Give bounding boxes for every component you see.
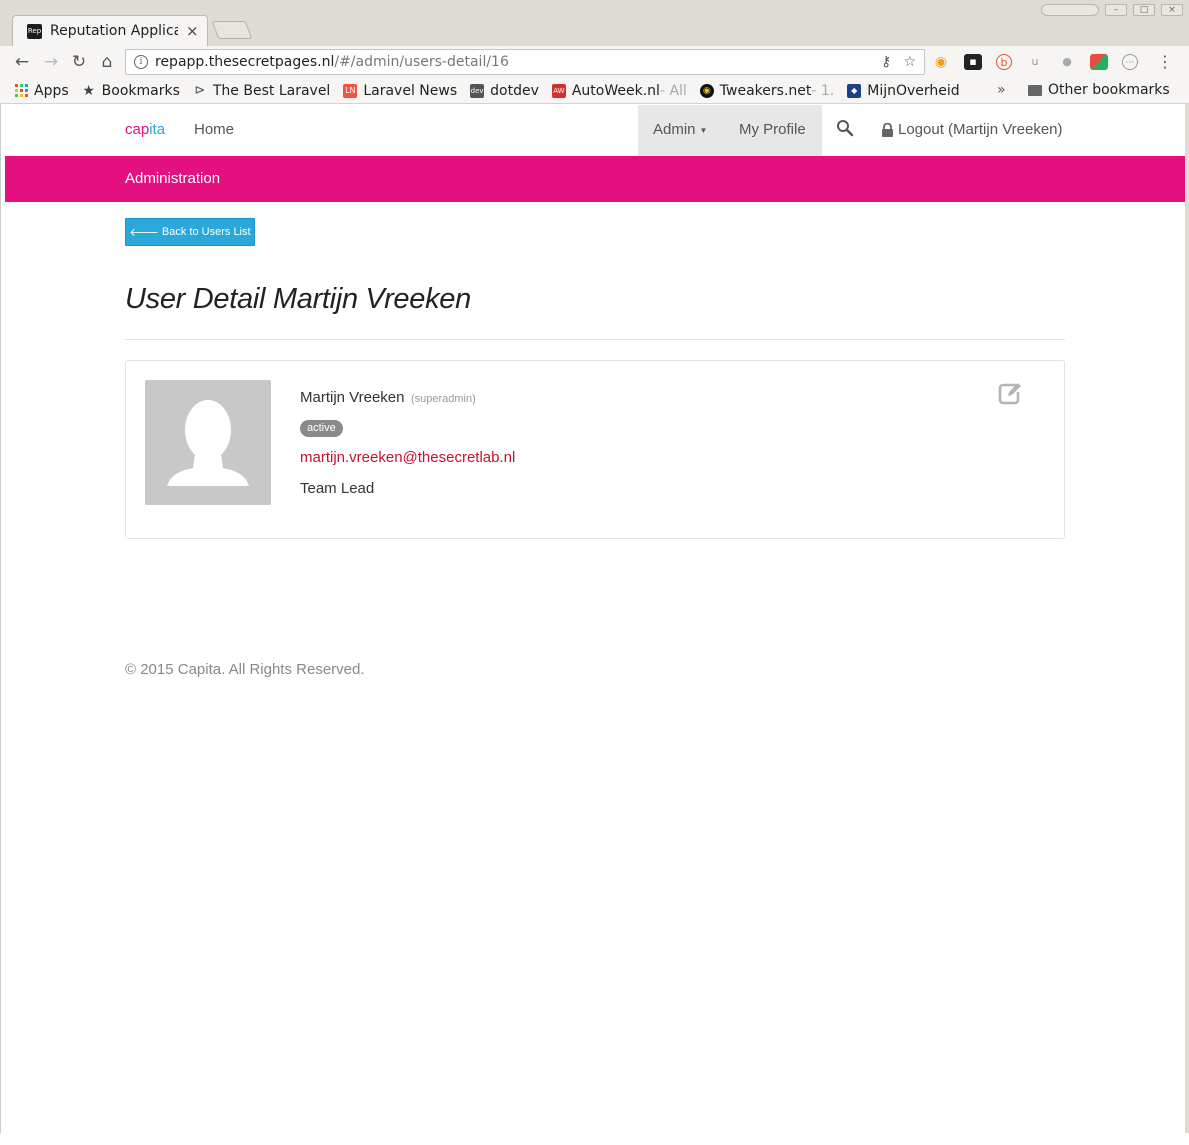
bookmark-mijnoverheid[interactable]: ◆ MijnOverheid <box>847 82 960 99</box>
bookmark-label: dotdev <box>490 82 539 99</box>
bookmark-bookmarks[interactable]: ★ Bookmarks <box>82 83 180 99</box>
logout-label: Logout (Martijn Vreeken) <box>898 121 1063 138</box>
window-right-edge <box>1185 104 1189 1145</box>
ln-icon: LN <box>343 83 358 98</box>
bookmarks-overflow-icon[interactable]: » <box>997 82 1006 98</box>
capita-logo[interactable]: capita <box>125 121 165 138</box>
nav-admin-label: Admin <box>653 121 696 138</box>
forward-arrow-icon[interactable]: → <box>40 52 62 72</box>
browser-tab-active[interactable]: Rep Reputation Application × <box>12 15 208 46</box>
caret-down-icon: ▼ <box>699 125 708 135</box>
user-detail-card: Martijn Vreeken (superadmin) active mart… <box>125 360 1065 539</box>
browser-tab-strip: – □ × Rep Reputation Application × <box>0 0 1189 46</box>
nav-admin-dropdown[interactable]: Admin ▼ <box>638 105 723 156</box>
bookmark-star-icon[interactable]: ☆ <box>903 54 916 70</box>
browser-menu-icon[interactable]: ⋮ <box>1157 52 1173 71</box>
footer-copyright: © 2015 Capita. All Rights Reserved. <box>125 661 365 678</box>
edit-icon[interactable] <box>996 379 1024 407</box>
bookmark-label: Tweakers.net <box>719 82 812 99</box>
other-bookmarks-label: Other bookmarks <box>1048 82 1170 98</box>
back-button-label: Back to Users List <box>161 226 251 238</box>
maximize-button[interactable]: □ <box>1133 4 1155 16</box>
tab-close-icon[interactable]: × <box>186 22 199 40</box>
code-extension-icon[interactable]: ⋯ <box>1122 54 1138 70</box>
avatar <box>145 380 271 505</box>
window-bottom-edge <box>0 1133 1189 1145</box>
tab-title: Reputation Application <box>50 23 178 39</box>
bookmark-label: MijnOverheid <box>867 82 960 99</box>
back-to-users-button[interactable]: 🡐 Back to Users List <box>125 218 255 246</box>
bookmark-label: Bookmarks <box>101 82 180 99</box>
admin-header-bar: Administration <box>5 156 1185 202</box>
user-silhouette-icon <box>167 400 249 486</box>
b-extension-icon[interactable]: b <box>996 54 1012 70</box>
user-role: (superadmin) <box>410 393 476 405</box>
reload-icon[interactable]: ↻ <box>68 52 90 72</box>
title-divider <box>125 339 1065 340</box>
autoweek-icon: AW <box>551 83 566 98</box>
nav-home-link[interactable]: Home <box>194 121 234 138</box>
key-icon[interactable]: ⚷ <box>881 54 891 70</box>
url-host: repapp.thesecretpages.nl <box>155 54 335 70</box>
mijnoverheid-icon: ◆ <box>847 83 862 98</box>
colorful-extension-icon[interactable] <box>1090 54 1108 70</box>
nav-my-profile-link[interactable]: My Profile <box>723 105 822 156</box>
new-tab-button[interactable] <box>211 21 253 39</box>
back-arrow-icon[interactable]: ← <box>11 52 33 72</box>
browser-toolbar: ← → ↻ ⌂ i repapp.thesecretpages.nl/#/adm… <box>0 46 1189 78</box>
bookmark-label: Laravel News <box>363 82 458 99</box>
info-icon[interactable]: i <box>134 55 148 69</box>
web-page: capita Home Admin ▼ My Profile Logout (Ma… <box>5 105 1185 1133</box>
bookmark-laravel-news[interactable]: LN Laravel News <box>343 83 457 99</box>
home-icon[interactable]: ⌂ <box>96 52 118 72</box>
bookmark-best-laravel[interactable]: ⊳ The Best Laravel <box>193 83 330 99</box>
search-icon[interactable] <box>836 119 854 137</box>
dev-icon: dev <box>470 83 485 98</box>
user-name: Martijn Vreeken <box>300 389 405 406</box>
user-name-line: Martijn Vreeken (superadmin) <box>300 389 476 407</box>
user-email-link[interactable]: martijn.vreeken@thesecretlab.nl <box>300 449 515 466</box>
nav-logout-link[interactable]: Logout (Martijn Vreeken) <box>881 121 1063 138</box>
status-badge: active <box>300 420 343 437</box>
bookmarks-bar: Apps ★ Bookmarks ⊳ The Best Laravel LN L… <box>0 78 1189 104</box>
minimize-button[interactable]: – <box>1105 4 1127 16</box>
arrow-left-icon: 🡐 <box>129 227 159 239</box>
site-navbar: capita Home Admin ▼ My Profile Logout (Ma… <box>5 105 1185 156</box>
tweakers-icon: ◉ <box>699 83 714 98</box>
rep-favicon-icon: Rep <box>27 23 42 39</box>
bulb-icon[interactable]: ● <box>1058 54 1076 70</box>
lock-icon <box>882 122 893 137</box>
bookmark-suffix: - 1. <box>811 82 835 99</box>
extension-icons: ◉ ▪ b u ● ⋯ <box>932 54 1138 70</box>
laravel-icon: ⊳ <box>194 82 206 98</box>
other-bookmarks[interactable]: Other bookmarks <box>1028 82 1170 98</box>
bookmark-tweakers[interactable]: ◉ Tweakers.net - 1. <box>699 82 835 99</box>
url-path: /#/admin/users-detail/16 <box>334 54 509 70</box>
bookmark-label: The Best Laravel <box>212 82 331 99</box>
address-bar[interactable]: i repapp.thesecretpages.nl/#/admin/users… <box>125 49 925 75</box>
terminal-icon[interactable]: ▪ <box>964 54 982 70</box>
rss-icon[interactable]: ◉ <box>932 54 950 70</box>
bookmark-suffix: - All <box>659 82 687 99</box>
bookmark-label: Apps <box>34 82 69 99</box>
folder-icon <box>1028 84 1042 96</box>
bookmark-autoweek[interactable]: AW AutoWeek.nl - All <box>551 82 687 99</box>
apps-grid-icon <box>15 83 28 98</box>
user-job-title: Team Lead <box>300 480 375 497</box>
close-window-button[interactable]: × <box>1161 4 1183 16</box>
bookmark-label: AutoWeek.nl <box>571 82 660 99</box>
bookmark-dotdev[interactable]: dev dotdev <box>470 83 539 99</box>
profile-switcher[interactable] <box>1041 4 1099 16</box>
admin-title: Administration <box>125 170 221 187</box>
star-icon: ★ <box>82 82 95 99</box>
page-title: User Detail Martijn Vreeken <box>125 283 471 315</box>
window-controls: – □ × <box>1041 4 1183 16</box>
u-extension-icon[interactable]: u <box>1026 54 1044 70</box>
bookmark-apps[interactable]: Apps <box>15 83 69 99</box>
